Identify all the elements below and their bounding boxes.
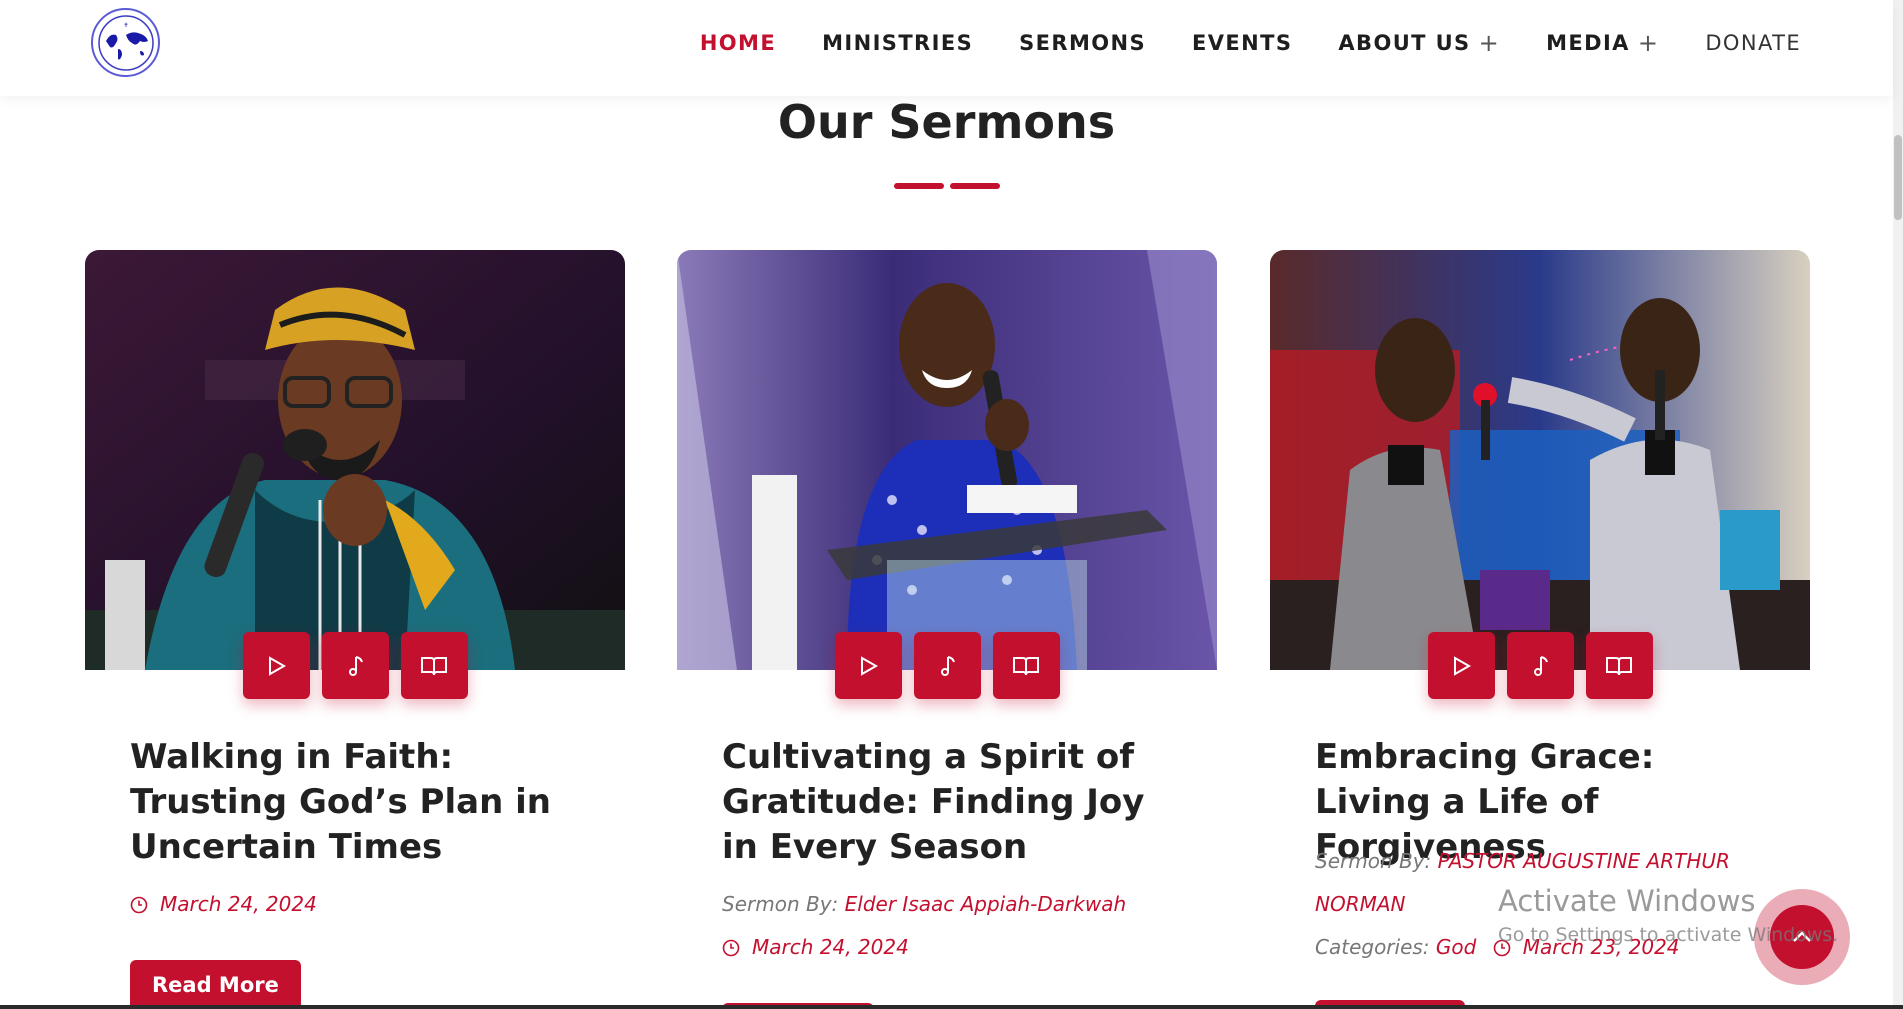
- sermon-card: Embracing Grace: Living a Life of Forgiv…: [1242, 250, 1838, 1009]
- sermon-card: Walking in Faith: Trusting God’s Plan in…: [57, 250, 653, 1009]
- media-buttons: [1270, 632, 1810, 699]
- nav-sermons[interactable]: SERMONS: [1019, 31, 1146, 55]
- sermon-title[interactable]: Walking in Faith: Trusting God’s Plan in…: [130, 735, 590, 870]
- book-icon[interactable]: [1585, 632, 1653, 699]
- title-underline: [894, 183, 1000, 191]
- music-note-icon[interactable]: [321, 632, 389, 699]
- svg-text:✝: ✝: [123, 22, 128, 29]
- clock-icon: [1493, 939, 1511, 957]
- play-icon[interactable]: [242, 632, 310, 699]
- sermon-date: March 24, 2024: [130, 890, 317, 918]
- book-icon[interactable]: [400, 632, 468, 699]
- sermon-preacher: Sermon By: PASTOR AUGUSTINE ARTHUR: [1315, 849, 1730, 873]
- section-title: Our Sermons: [777, 95, 1116, 149]
- read-more-button[interactable]: Read More: [130, 960, 301, 1009]
- globe-logo-icon[interactable]: ✝: [91, 8, 160, 77]
- scrollbar-thumb[interactable]: [1894, 135, 1902, 220]
- preacher-link[interactable]: Elder Isaac Appiah-Darkwah: [845, 892, 1126, 916]
- sermon-preacher-cont: NORMAN: [1315, 890, 1406, 918]
- sermon-image[interactable]: [677, 250, 1217, 670]
- music-note-icon[interactable]: [1506, 632, 1574, 699]
- media-buttons: [677, 632, 1217, 699]
- nav-media[interactable]: MEDIA +: [1546, 29, 1659, 57]
- nav-events[interactable]: EVENTS: [1192, 31, 1292, 55]
- sermon-card: Cultivating a Spirit of Gratitude: Findi…: [649, 250, 1245, 1009]
- preacher-link[interactable]: PASTOR AUGUSTINE ARTHUR: [1438, 849, 1730, 873]
- page-scrollbar[interactable]: [1893, 0, 1903, 1009]
- sermon-date: March 24, 2024: [722, 933, 909, 961]
- sermon-preacher: Sermon By: Elder Isaac Appiah-Darkwah: [722, 892, 1127, 916]
- preacher-link[interactable]: NORMAN: [1315, 892, 1406, 916]
- main-nav: HOME MINISTRIES SERMONS EVENTS ABOUT US +…: [654, 0, 1801, 86]
- sermon-categories: Categories: God March 23, 2024: [1315, 935, 1680, 959]
- sermon-image[interactable]: [85, 250, 625, 670]
- bottom-edge: [0, 1005, 1903, 1009]
- play-icon[interactable]: [1427, 632, 1495, 699]
- sermon-title[interactable]: Cultivating a Spirit of Gratitude: Findi…: [722, 735, 1182, 870]
- site-header: ✝ HOME MINISTRIES SERMONS EVENTS ABOUT U…: [0, 0, 1893, 96]
- category-link[interactable]: God: [1436, 935, 1476, 959]
- book-icon[interactable]: [992, 632, 1060, 699]
- clock-icon: [130, 896, 148, 914]
- nav-ministries[interactable]: MINISTRIES: [822, 31, 973, 55]
- plus-icon: +: [1637, 29, 1660, 57]
- back-to-top-button[interactable]: [1754, 889, 1850, 985]
- play-icon[interactable]: [834, 632, 902, 699]
- media-buttons: [85, 632, 625, 699]
- nav-about-us[interactable]: ABOUT US +: [1338, 29, 1500, 57]
- plus-icon: +: [1478, 29, 1501, 57]
- chevron-up-icon: [1793, 931, 1811, 942]
- nav-donate[interactable]: DONATE: [1705, 31, 1801, 55]
- sermon-image[interactable]: [1270, 250, 1810, 670]
- clock-icon: [722, 939, 740, 957]
- nav-home[interactable]: HOME: [700, 31, 776, 55]
- music-note-icon[interactable]: [913, 632, 981, 699]
